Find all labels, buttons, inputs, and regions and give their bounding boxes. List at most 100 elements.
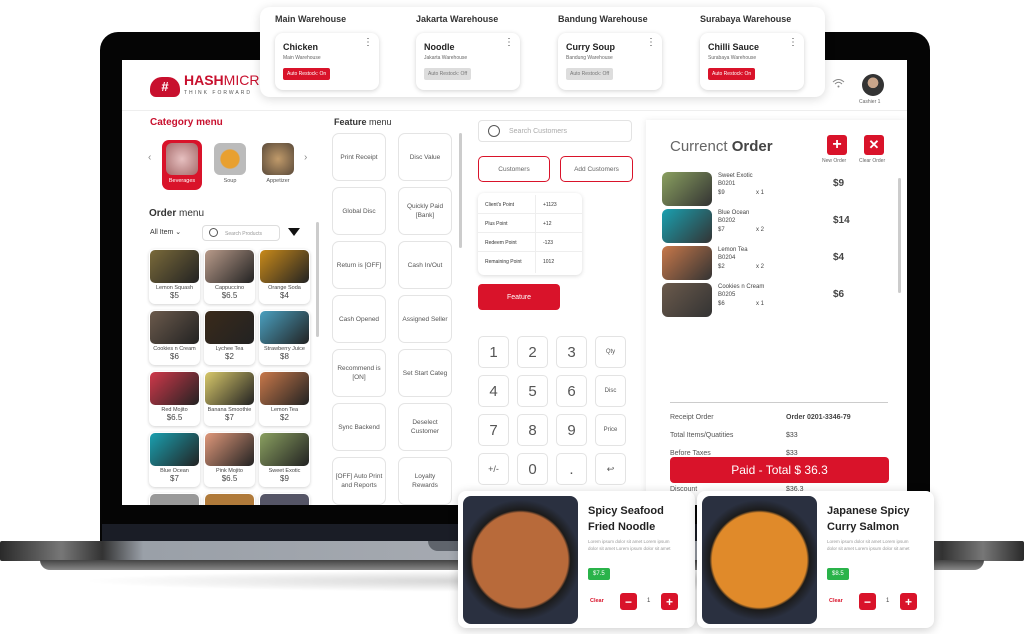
auto-restock-toggle[interactable]: Auto Restock: Off — [424, 68, 472, 80]
filter-icon[interactable] — [288, 228, 300, 236]
customer-search-input[interactable]: Search Customers — [478, 120, 632, 142]
summary-label: Total Items/Quatities — [670, 432, 734, 439]
product-price: $5 — [170, 291, 179, 300]
dish-image — [702, 496, 817, 624]
feature-menu-button[interactable]: Sync Backend — [332, 403, 386, 451]
keypad-key[interactable]: 3 — [556, 336, 587, 368]
product-scrollbar[interactable] — [316, 222, 319, 337]
order-item[interactable]: Lemon Tea B0204 $2 x 2 $4 — [662, 246, 882, 282]
customers-button[interactable]: Customers — [478, 156, 550, 182]
keypad-key[interactable]: 7 — [478, 414, 509, 446]
keypad-key[interactable]: 9 — [556, 414, 587, 446]
chevron-down-icon: ⌄ — [175, 229, 182, 236]
user-avatar[interactable] — [862, 74, 884, 96]
warehouse-item-card[interactable]: Chilli Sauce Surabaya Warehouse ⋮ Auto R… — [700, 33, 804, 90]
product-card[interactable]: Banana Smoothie $7 — [204, 371, 255, 426]
category-beverages[interactable]: Beverages — [162, 140, 202, 190]
product-card[interactable]: Orange Soda $4 — [259, 249, 310, 304]
more-vertical-icon[interactable]: ⋮ — [363, 38, 373, 48]
feature-menu-button[interactable]: Return is [OFF] — [332, 241, 386, 289]
product-card[interactable]: Strawberry Juice $8 — [259, 310, 310, 365]
increase-quantity-button[interactable]: + — [900, 593, 917, 610]
auto-restock-toggle[interactable]: Auto Restock: On — [708, 68, 756, 80]
product-price: $4 — [280, 291, 289, 300]
feature-menu-button[interactable]: Recommend is [ON] — [332, 349, 386, 397]
item-filter-dropdown[interactable]: All Item ⌄ — [150, 228, 181, 236]
points-table: Client's Point +1123 Plus Point +12 Redeem… — [478, 193, 582, 275]
chevron-right-icon[interactable]: › — [304, 152, 307, 163]
product-card[interactable]: Blue Ocean $7 — [149, 432, 200, 487]
feature-menu-button[interactable]: Set Start Categ — [398, 349, 452, 397]
product-card[interactable] — [149, 493, 200, 505]
new-order-button[interactable]: + — [827, 135, 847, 155]
category-appetizer[interactable]: Appetizer — [258, 140, 298, 190]
feature-menu-button[interactable]: Deselect Customer — [398, 403, 452, 451]
clear-order-button[interactable]: ✕ — [864, 135, 884, 155]
points-value: -123 — [543, 240, 554, 246]
product-card[interactable]: Cappuccino $6.5 — [204, 249, 255, 304]
order-scrollbar[interactable] — [898, 178, 901, 293]
keypad-key[interactable]: 8 — [517, 414, 548, 446]
keypad-key[interactable]: . — [556, 453, 587, 485]
more-vertical-icon[interactable]: ⋮ — [788, 38, 798, 48]
product-card[interactable]: Lemon Squash $5 — [149, 249, 200, 304]
more-vertical-icon[interactable]: ⋮ — [504, 38, 514, 48]
product-card[interactable]: Lemon Tea $2 — [259, 371, 310, 426]
product-search-input[interactable]: Search Products — [202, 225, 280, 241]
decrease-quantity-button[interactable]: − — [859, 593, 876, 610]
keypad-key[interactable]: 0 — [517, 453, 548, 485]
feature-menu-button[interactable]: Assigned Seller — [398, 295, 452, 343]
product-card[interactable]: Pink Mojito $6.5 — [204, 432, 255, 487]
feature-menu-button[interactable]: Cash In/Out — [398, 241, 452, 289]
feature-button[interactable]: Feature — [478, 284, 560, 310]
keypad-key[interactable]: 2 — [517, 336, 548, 368]
order-item-quantity: x 2 — [756, 227, 765, 233]
hashmicro-logo: # HASHMICRO THINK FORWARD — [150, 73, 270, 100]
feature-menu-button[interactable]: Cash Opened — [332, 295, 386, 343]
increase-quantity-button[interactable]: + — [661, 593, 678, 610]
category-soup[interactable]: Soup — [210, 140, 250, 190]
feature-menu-button[interactable]: Loyalty Rewards — [398, 457, 452, 505]
decrease-quantity-button[interactable]: − — [620, 593, 637, 610]
clear-button[interactable]: Clear — [829, 598, 843, 604]
paid-total-button[interactable]: Paid - Total $ 36.3 — [670, 457, 889, 483]
backspace-key[interactable]: ↩ — [595, 453, 626, 485]
warehouse-item-card[interactable]: Curry Soup Bandung Warehouse ⋮ Auto Rest… — [558, 33, 662, 90]
product-card[interactable] — [259, 493, 310, 505]
order-menu-title: Order menu — [149, 208, 204, 219]
warehouse-item-card[interactable]: Noodle Jakarta Warehouse ⋮ Auto Restock:… — [416, 33, 520, 90]
auto-restock-toggle[interactable]: Auto Restock: Off — [566, 68, 614, 80]
feature-menu-button[interactable]: Global Disc — [332, 187, 386, 235]
product-card[interactable]: Sweet Exotic $9 — [259, 432, 310, 487]
feature-scrollbar[interactable] — [459, 133, 462, 248]
warehouse-item-name: Curry Soup — [566, 42, 616, 52]
order-item[interactable]: Sweet Exotic B0201 $9 x 1 $9 — [662, 172, 882, 208]
keypad-key[interactable]: 1 — [478, 336, 509, 368]
product-card[interactable]: Cookies n Cream $6 — [149, 310, 200, 365]
warehouse-item-card[interactable]: Chicken Main Warehouse ⋮ Auto Restock: O… — [275, 33, 379, 90]
minus-icon: − — [863, 594, 871, 609]
points-row: Redeem Point -123 — [478, 233, 582, 252]
order-item-code: B0205 — [718, 292, 736, 298]
auto-restock-toggle[interactable]: Auto Restock: On — [283, 68, 331, 80]
chevron-left-icon[interactable]: ‹ — [148, 152, 151, 163]
product-card[interactable] — [204, 493, 255, 505]
keypad-key[interactable]: Disc — [595, 375, 626, 407]
order-item[interactable]: Blue Ocean B0202 $7 x 2 $14 — [662, 209, 882, 245]
keypad-key[interactable]: +/- — [478, 453, 509, 485]
feature-menu-button[interactable]: Quickly Paid [Bank] — [398, 187, 452, 235]
order-item[interactable]: Cookies n Cream B0205 $6 x 1 $6 — [662, 283, 882, 319]
product-card[interactable]: Lychee Tea $2 — [204, 310, 255, 365]
keypad-key[interactable]: 5 — [517, 375, 548, 407]
feature-menu-button[interactable]: Disc Value — [398, 133, 452, 181]
keypad-key[interactable]: Price — [595, 414, 626, 446]
keypad-key[interactable]: 4 — [478, 375, 509, 407]
clear-button[interactable]: Clear — [590, 598, 604, 604]
feature-menu-button[interactable]: Print Receipt — [332, 133, 386, 181]
feature-menu-button[interactable]: [OFF] Auto Print and Reports — [332, 457, 386, 505]
keypad-key[interactable]: 6 — [556, 375, 587, 407]
add-customers-button[interactable]: Add Customers — [560, 156, 633, 182]
keypad-key[interactable]: Qty — [595, 336, 626, 368]
product-card[interactable]: Red Mojito $6.5 — [149, 371, 200, 426]
more-vertical-icon[interactable]: ⋮ — [646, 38, 656, 48]
